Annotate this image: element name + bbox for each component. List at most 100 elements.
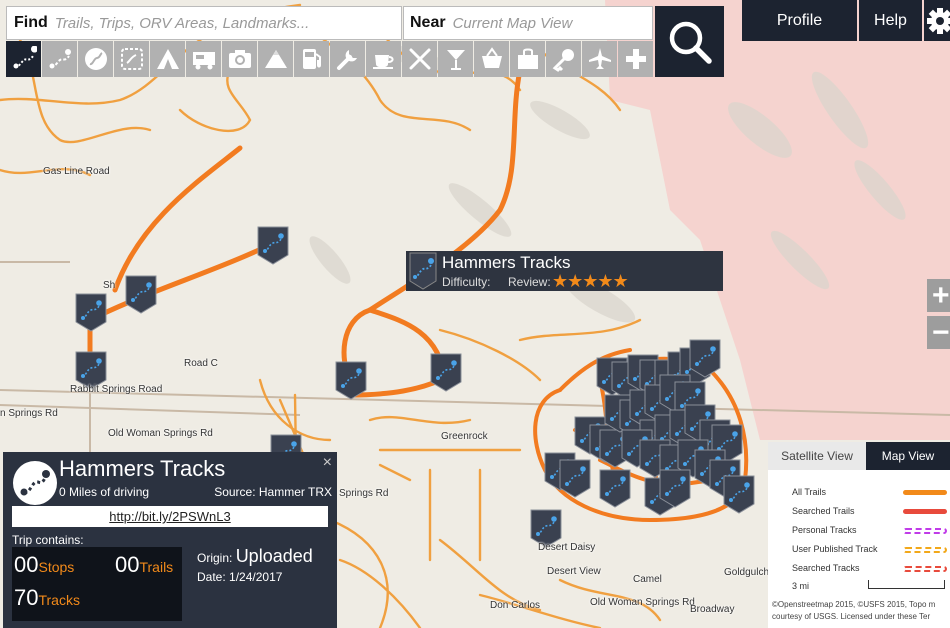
date-label: Date: [197,570,226,584]
near-field-container: Near [403,6,653,40]
tooltip-difficulty-label: Difficulty: [442,275,491,289]
tracks-count: 70 [14,585,39,610]
legend-row-swatch [903,490,947,495]
close-icon[interactable]: × [323,454,332,472]
camping-icon [156,49,179,69]
medical-filter-button[interactable] [618,41,653,77]
map-label-desert-view: Desert View [547,566,601,577]
attribution-line-1: ©Openstreetmap 2015, ©USFS 2015, Topo m [772,600,936,609]
find-input[interactable] [54,14,385,32]
map-label-gas-line-road: Gas Line Road [43,166,110,177]
shopping-filter-button[interactable] [474,41,509,77]
zoom-out-button[interactable]: − [927,316,950,349]
cafe-filter-button[interactable] [366,41,401,77]
map-view-tab[interactable]: Map View [866,442,950,470]
trail-filter-button[interactable] [42,41,77,77]
legend-row-swatch [903,566,947,572]
stops-count: 00 [14,552,39,577]
satellite-view-tab[interactable]: Satellite View [768,442,866,470]
map-label-rabbit-springs-road: Rabbit Springs Road [70,384,163,395]
trails-count: 00 [115,552,140,577]
trip-origin: Origin: Uploaded [197,546,313,567]
near-input[interactable] [452,14,643,32]
gear-icon [927,8,950,34]
map-label-greenrock: Greenrock [441,431,488,442]
search-button[interactable] [655,6,724,77]
tooltip-title: Hammers Tracks [442,253,571,272]
track-icon [13,46,37,69]
settings-button[interactable] [924,0,950,41]
lodging-icon [552,49,574,72]
legend-scale-label: 3 mi [792,581,810,591]
area-icon [120,48,143,70]
map-label-sh: Sh [103,280,116,291]
profile-button[interactable]: Profile [742,0,857,41]
map-label-old-woman-springs-rd-2: Old Woman Springs Rd [590,597,695,608]
repair-filter-button[interactable] [330,41,365,77]
fuel-filter-button[interactable] [294,41,329,77]
magnifier-icon [669,21,712,64]
category-toolbar [6,41,654,77]
lodging-filter-button[interactable] [546,41,581,77]
legend-row-label: All Trails [792,487,827,497]
trip-logo [13,461,57,505]
tooltip-review-label: Review: [508,275,551,289]
legend-row-label: Personal Tracks [792,525,857,535]
map-label-road-c: Road C [184,358,218,369]
trip-source: Source: Hammer TRX [214,485,332,499]
trail-icon [49,49,71,69]
airport-filter-button[interactable] [582,41,617,77]
camera-filter-button[interactable] [222,41,257,77]
origin-value: Uploaded [235,546,313,566]
trip-icon [84,48,107,70]
trip-contains-label: Trip contains: [12,533,84,547]
bar-filter-button[interactable] [438,41,473,77]
date-value: 1/24/2017 [229,570,283,584]
map-label-old-woman-springs-rd: Old Woman Springs Rd [108,428,213,439]
help-button[interactable]: Help [859,0,922,41]
trip-filter-button[interactable] [78,41,113,77]
map-legend: Satellite View Map View All Trails Search… [768,442,950,628]
origin-label: Origin: [197,551,233,565]
shopping-icon [481,47,502,68]
map-label-don-carlos: Don Carlos [490,600,541,611]
medical-icon [625,49,646,69]
near-label: Near [410,14,446,31]
panel-title: Hammers Tracks [59,456,226,481]
area-filter-button[interactable] [114,41,149,77]
legend-row-swatch [903,528,947,534]
mountain-filter-button[interactable] [258,41,293,77]
map-label-camel: Camel [633,574,662,585]
review-stars: ★★★★★ [552,271,629,291]
trip-stats-box: 00Stops 00Trails 70Tracks [12,547,182,621]
map-label-broadway: Broadway [690,604,735,615]
map-label-springs-rd-mid: Springs Rd [339,488,389,499]
attribution-line-2: courtesy of USGS. Licensed under these T… [772,612,931,621]
trail-tooltip[interactable]: Hammers Tracks Difficulty: Review: ★★★★★ [406,251,723,291]
legend-row-label: Searched Tracks [792,563,860,573]
cafe-icon [372,55,394,69]
rv-filter-button[interactable] [186,41,221,77]
track-filter-button[interactable] [6,41,41,77]
bar-icon [446,50,465,70]
airport-icon [588,48,611,69]
store-filter-button[interactable] [510,41,545,77]
miles-of-driving: 0 Miles of driving [59,485,150,499]
stops-label: Stops [38,559,75,575]
store-icon [517,48,538,69]
camping-filter-button[interactable] [150,41,185,77]
share-link[interactable]: http://bit.ly/2PSWnL3 [12,506,328,527]
camera-icon [228,50,251,68]
restaurant-icon [409,48,430,70]
fuel-icon [302,49,321,69]
find-field-container: Find [6,6,402,40]
track-icon [409,252,437,290]
trip-date: Date: 1/24/2017 [197,570,282,584]
map-label-springs-rd-left: n Springs Rd [0,408,58,419]
rv-icon [192,52,215,70]
legend-row-label: User Published Track [792,544,878,554]
find-label: Find [14,14,48,31]
tracks-label: Tracks [38,592,80,608]
restaurant-filter-button[interactable] [402,41,437,77]
zoom-in-button[interactable]: + [927,279,950,312]
